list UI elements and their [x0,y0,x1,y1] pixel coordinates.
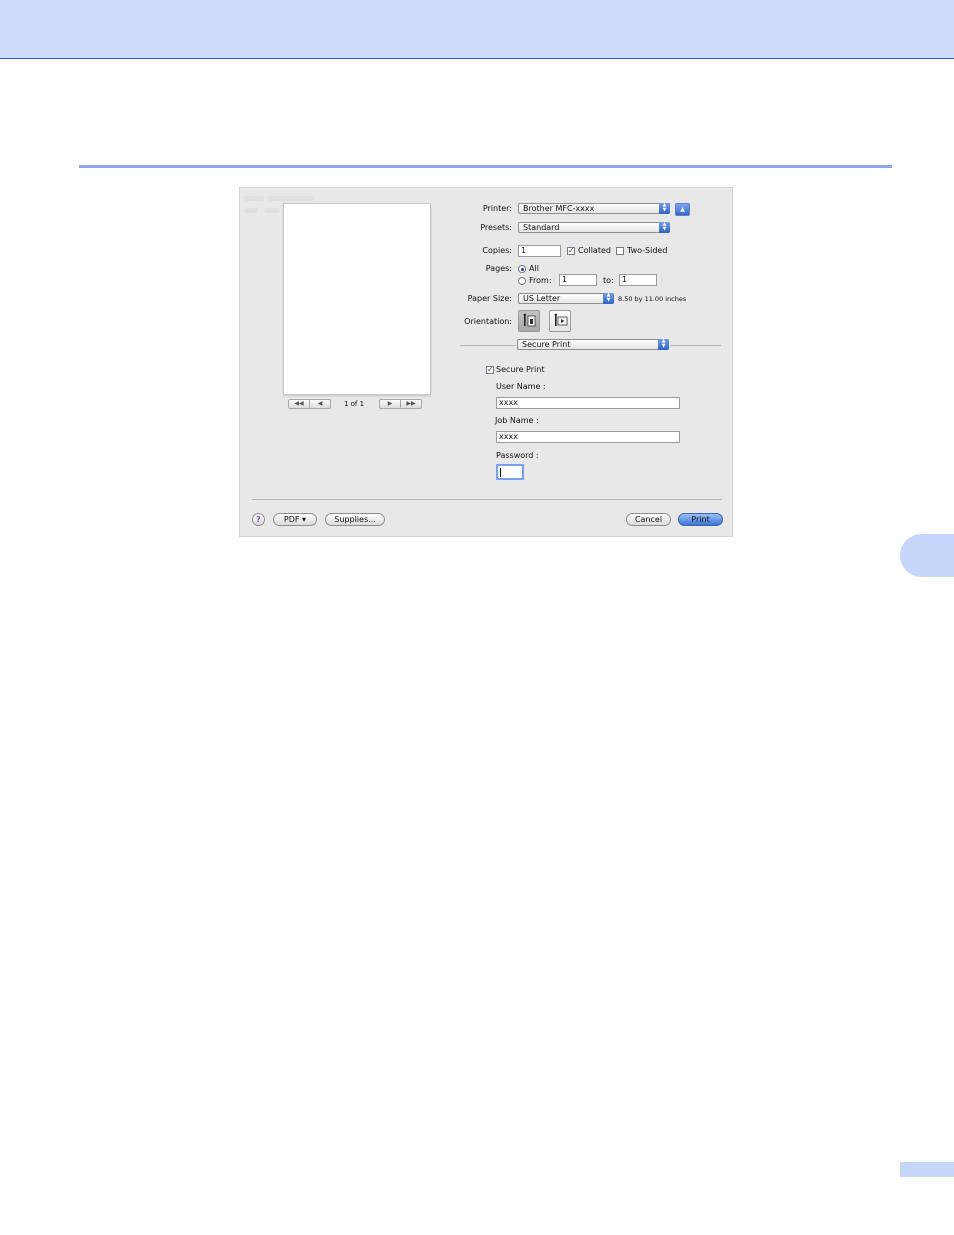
copies-input[interactable]: 1 [518,245,561,257]
updown-arrows-icon: ▲ ▼ [658,339,669,350]
orientation-label: Orientation: [464,317,512,326]
two-sided-checkbox[interactable] [616,247,624,255]
updown-arrows-icon: ▲ ▼ [659,222,670,233]
print-button[interactable]: Print [678,513,723,526]
text-caret [500,468,501,477]
panel-menu-select[interactable]: Secure Print ▲ ▼ [517,339,669,350]
password-input[interactable] [496,464,524,480]
landscape-person-icon [554,313,568,326]
print-dialog: ◀◀ ◀ 1 of 1 ▶ ▶▶ Printer: Brother MFC-xx… [239,187,733,537]
printer-value: Brother MFC-xxxx [523,204,595,213]
chapter-tab [900,534,954,577]
portrait-person-icon [523,313,536,327]
job-name-label: Job Name : [495,416,539,425]
panel-menu-value: Secure Print [522,340,571,349]
orientation-portrait-button[interactable] [518,310,540,332]
printer-label: Printer: [482,204,512,213]
next-page-icon[interactable]: ▶ [380,400,400,408]
orientation-landscape-button[interactable] [549,310,571,332]
last-page-icon[interactable]: ▶▶ [400,400,421,408]
collated-label: Collated [578,246,611,255]
page-header-band [0,0,954,59]
updown-arrows-icon: ▲ ▼ [603,293,614,304]
previous-page-icon[interactable]: ◀ [309,400,330,408]
help-button[interactable]: ? [252,513,265,526]
pages-to-label: to: [603,276,614,285]
footer-separator [252,499,722,500]
password-label: Password : [496,451,539,460]
secure-print-checkbox[interactable]: ✓ [486,366,494,374]
pages-from-input[interactable]: 1 [559,274,597,286]
page-number-tab [900,1162,954,1177]
pages-from-label: From: [529,276,552,285]
pages-all-label: All [529,264,539,273]
collated-checkbox[interactable]: ✓ [567,247,575,255]
presets-label: Presets: [480,223,512,232]
user-name-label: User Name : [496,382,546,391]
pages-label: Pages: [485,264,512,273]
collapse-dialog-button[interactable]: ▲ [675,203,690,216]
preview-prev-nav[interactable]: ◀◀ ◀ [288,399,331,409]
presets-value: Standard [523,223,560,232]
supplies-button[interactable]: Supplies... [325,513,385,526]
pdf-menu-button[interactable]: PDF ▾ [273,513,317,526]
preview-next-nav[interactable]: ▶ ▶▶ [379,399,422,409]
pages-to-input[interactable]: 1 [619,274,657,286]
pages-from-radio[interactable] [518,277,526,285]
paper-dimensions: 8.50 by 11.00 inches [618,295,687,303]
paper-size-label: Paper Size: [467,294,512,303]
page-preview [283,203,431,395]
job-name-input[interactable]: xxxx [496,431,680,443]
cancel-button[interactable]: Cancel [626,513,671,526]
updown-arrows-icon: ▲ ▼ [659,203,670,214]
copies-label: Copies: [482,246,512,255]
first-page-icon[interactable]: ◀◀ [289,400,309,408]
panel-separator-right [670,345,721,346]
two-sided-label: Two-Sided [627,246,668,255]
presets-select[interactable]: Standard ▲ ▼ [518,222,670,233]
help-icon: ? [256,515,261,524]
paper-size-value: US Letter [523,294,561,303]
triangle-up-icon: ▲ [680,206,685,213]
panel-separator-left [460,345,516,346]
secure-print-label: Secure Print [496,365,545,374]
pages-all-radio[interactable] [518,265,526,273]
section-divider [79,165,892,168]
user-name-input[interactable]: xxxx [496,397,680,409]
printer-select[interactable]: Brother MFC-xxxx ▲ ▼ [518,203,670,214]
page-counter: 1 of 1 [343,400,365,408]
paper-size-select[interactable]: US Letter ▲ ▼ [518,293,614,304]
